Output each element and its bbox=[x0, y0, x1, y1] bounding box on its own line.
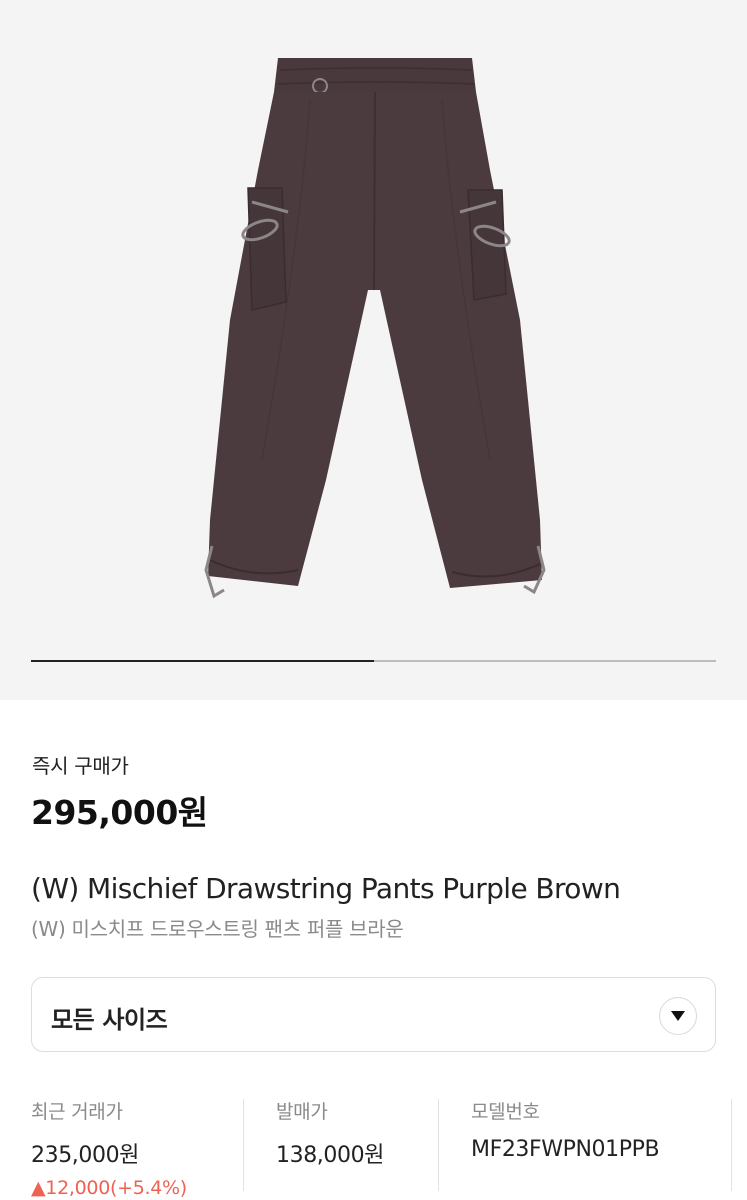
product-image-gallery[interactable] bbox=[0, 0, 747, 700]
recent-trade-change: ▲12,000(+5.4%) bbox=[31, 1177, 187, 1199]
model-number-label: 모델번호 bbox=[471, 1101, 540, 1123]
product-photo bbox=[204, 58, 546, 599]
instant-buy-price-label: 즉시 구매가 bbox=[32, 754, 129, 778]
instant-buy-price-value: 295,000원 bbox=[31, 793, 208, 832]
model-number-value: MF23FWPN01PPB bbox=[471, 1137, 660, 1162]
release-price-value: 138,000원 bbox=[276, 1143, 385, 1168]
model-number-stat: 모델번호 MF23FWPN01PPB bbox=[471, 1097, 711, 1200]
recent-trade-label: 최근 거래가 bbox=[31, 1101, 123, 1123]
size-select-dropdown[interactable]: 모든 사이즈 bbox=[31, 977, 716, 1052]
product-stats: 최근 거래가 235,000원 ▲12,000(+5.4%) 발매가 138,0… bbox=[31, 1097, 747, 1200]
product-title-korean: (W) 미스치프 드로우스트링 팬츠 퍼플 브라운 bbox=[31, 917, 404, 941]
product-title-english: (W) Mischief Drawstring Pants Purple Bro… bbox=[31, 872, 621, 905]
gallery-progress-track bbox=[31, 660, 716, 662]
chevron-down-icon[interactable] bbox=[659, 997, 697, 1035]
release-price-label: 발매가 bbox=[276, 1101, 328, 1123]
release-price-stat: 발매가 138,000원 bbox=[276, 1097, 436, 1200]
stats-divider bbox=[731, 1099, 732, 1191]
recent-trade-value: 235,000원 bbox=[31, 1143, 140, 1168]
stats-divider bbox=[438, 1099, 439, 1191]
stats-divider bbox=[243, 1099, 244, 1191]
size-select-value: 모든 사이즈 bbox=[51, 1006, 168, 1034]
recent-trade-stat: 최근 거래가 235,000원 ▲12,000(+5.4%) bbox=[31, 1097, 241, 1200]
gallery-progress-fill bbox=[31, 660, 374, 662]
